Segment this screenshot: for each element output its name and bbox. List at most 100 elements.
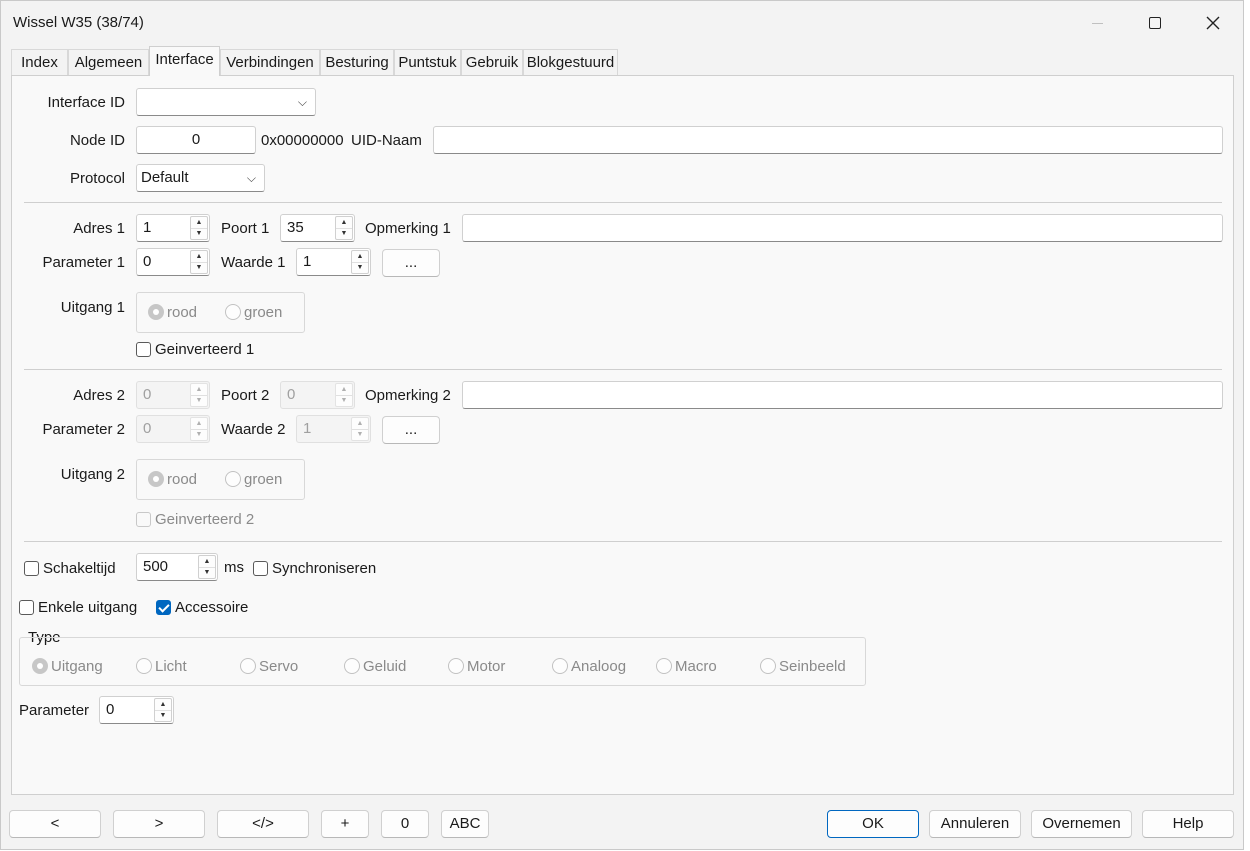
parameter-spinner[interactable]: 0 ▲ ▼ bbox=[99, 696, 174, 724]
next-button[interactable]: > bbox=[113, 810, 205, 838]
tab-interface[interactable]: Interface bbox=[149, 46, 220, 76]
chevron-down-icon: ⌵ bbox=[246, 171, 256, 185]
spin-down-icon[interactable]: ▼ bbox=[191, 429, 207, 441]
dialog-window: Wissel W35 (38/74) Index Algemeen Interf… bbox=[0, 0, 1244, 850]
zero-button[interactable]: 0 bbox=[381, 810, 429, 838]
geinverteerd2-checkbox[interactable]: Geinverteerd 2 bbox=[136, 509, 254, 529]
opmerking2-label: Opmerking 2 bbox=[365, 387, 451, 404]
uitgang1-rood-radio[interactable]: rood bbox=[148, 302, 197, 322]
previous-button[interactable]: < bbox=[9, 810, 101, 838]
adres2-spinner[interactable]: 0 ▲ ▼ bbox=[136, 381, 210, 409]
close-button[interactable] bbox=[1184, 1, 1242, 45]
apply-button[interactable]: Overnemen bbox=[1031, 810, 1132, 838]
accessoire-checkbox[interactable]: Accessoire bbox=[156, 597, 248, 617]
ok-button[interactable]: OK bbox=[827, 810, 919, 838]
tab-algemeen[interactable]: Algemeen bbox=[68, 49, 149, 75]
synchroniseren-checkbox[interactable]: Synchroniseren bbox=[253, 558, 376, 578]
close-icon bbox=[1206, 16, 1220, 30]
schakeltijd-checkbox[interactable]: Schakeltijd bbox=[24, 558, 116, 578]
adres1-value: 1 bbox=[143, 219, 152, 236]
ms-label: ms bbox=[224, 559, 244, 576]
uitgang2-group: rood groen bbox=[136, 459, 305, 500]
poort2-spinner[interactable]: 0 ▲ ▼ bbox=[280, 381, 355, 409]
uid-name-label: UID-Naam bbox=[351, 132, 422, 149]
type-seinbeeld-radio[interactable]: Seinbeeld bbox=[760, 656, 846, 676]
uitgang1-label: Uitgang 1 bbox=[60, 299, 125, 316]
parameter2-value: 0 bbox=[143, 420, 152, 437]
poort1-spinner[interactable]: 35 ▲ ▼ bbox=[280, 214, 355, 242]
maximize-icon bbox=[1149, 17, 1161, 29]
add-button[interactable]: + bbox=[321, 810, 369, 838]
schakeltijd-spinner[interactable]: 500 ▲ ▼ bbox=[136, 553, 218, 581]
minimize-button[interactable] bbox=[1068, 1, 1126, 45]
parameter1-spinner[interactable]: 0 ▲ ▼ bbox=[136, 248, 210, 276]
divider bbox=[24, 541, 1222, 542]
parameter1-value: 0 bbox=[143, 253, 152, 270]
tab-besturing[interactable]: Besturing bbox=[320, 49, 394, 75]
cancel-button[interactable]: Annuleren bbox=[929, 810, 1021, 838]
spin-down-icon[interactable]: ▼ bbox=[199, 567, 215, 579]
code-button[interactable]: </> bbox=[217, 810, 309, 838]
spin-down-icon[interactable]: ▼ bbox=[191, 395, 207, 407]
waarde2-label: Waarde 2 bbox=[221, 421, 286, 438]
type-group: Uitgang Licht Servo Geluid Motor Analoog… bbox=[19, 637, 866, 686]
parameter2-label: Parameter 2 bbox=[42, 421, 125, 438]
enkele-uitgang-checkbox[interactable]: Enkele uitgang bbox=[19, 597, 137, 617]
title-bar: Wissel W35 (38/74) bbox=[1, 1, 1243, 45]
type-licht-radio[interactable]: Licht bbox=[136, 656, 187, 676]
type-geluid-radio[interactable]: Geluid bbox=[344, 656, 406, 676]
uitgang2-label: Uitgang 2 bbox=[60, 466, 125, 483]
waarde2-more-button[interactable]: ... bbox=[382, 416, 440, 444]
tab-index[interactable]: Index bbox=[11, 49, 68, 75]
parameter-value: 0 bbox=[106, 701, 115, 718]
type-servo-radio[interactable]: Servo bbox=[240, 656, 298, 676]
help-button[interactable]: Help bbox=[1142, 810, 1234, 838]
abc-button[interactable]: ABC bbox=[441, 810, 489, 838]
spin-down-icon[interactable]: ▼ bbox=[336, 228, 352, 240]
poort1-value: 35 bbox=[287, 219, 304, 236]
protocol-label: Protocol bbox=[69, 170, 125, 187]
node-id-hex: 0x00000000 bbox=[261, 132, 344, 149]
tab-puntstuk[interactable]: Puntstuk bbox=[394, 49, 461, 75]
opmerking2-input[interactable] bbox=[462, 381, 1223, 409]
divider bbox=[24, 369, 1222, 370]
poort2-value: 0 bbox=[287, 386, 296, 403]
interface-id-select[interactable]: ⌵ bbox=[136, 88, 316, 116]
tab-blokgestuurd[interactable]: Blokgestuurd bbox=[523, 49, 618, 75]
button-bar: < > </> + 0 ABC OK Annuleren Overnemen H… bbox=[1, 801, 1243, 851]
protocol-value: Default bbox=[141, 169, 189, 186]
type-analoog-radio[interactable]: Analoog bbox=[552, 656, 626, 676]
type-macro-radio[interactable]: Macro bbox=[656, 656, 717, 676]
waarde1-more-button[interactable]: ... bbox=[382, 249, 440, 277]
adres1-spinner[interactable]: 1 ▲ ▼ bbox=[136, 214, 210, 242]
spin-down-icon[interactable]: ▼ bbox=[336, 395, 352, 407]
type-uitgang-radio[interactable]: Uitgang bbox=[32, 656, 103, 676]
spin-down-icon[interactable]: ▼ bbox=[191, 262, 207, 274]
node-id-input[interactable]: 0 bbox=[136, 126, 256, 154]
window-title: Wissel W35 (38/74) bbox=[13, 14, 144, 31]
adres1-label: Adres 1 bbox=[73, 220, 125, 237]
protocol-select[interactable]: Default ⌵ bbox=[136, 164, 265, 192]
spin-down-icon[interactable]: ▼ bbox=[155, 710, 171, 722]
waarde2-value: 1 bbox=[303, 420, 312, 437]
interface-id-label: Interface ID bbox=[47, 94, 125, 111]
tab-gebruik[interactable]: Gebruik bbox=[461, 49, 523, 75]
spin-down-icon[interactable]: ▼ bbox=[191, 228, 207, 240]
geinverteerd1-checkbox[interactable]: Geinverteerd 1 bbox=[136, 339, 254, 359]
divider bbox=[24, 202, 1222, 203]
parameter2-spinner[interactable]: 0 ▲ ▼ bbox=[136, 415, 210, 443]
waarde1-value: 1 bbox=[303, 253, 312, 270]
uitgang2-groen-radio[interactable]: groen bbox=[225, 469, 282, 489]
spin-down-icon[interactable]: ▼ bbox=[352, 429, 368, 441]
type-motor-radio[interactable]: Motor bbox=[448, 656, 505, 676]
waarde2-spinner[interactable]: 1 ▲ ▼ bbox=[296, 415, 371, 443]
poort1-label: Poort 1 bbox=[221, 220, 270, 237]
opmerking1-input[interactable] bbox=[462, 214, 1223, 242]
uid-name-input[interactable] bbox=[433, 126, 1223, 154]
spin-down-icon[interactable]: ▼ bbox=[352, 262, 368, 274]
waarde1-spinner[interactable]: 1 ▲ ▼ bbox=[296, 248, 371, 276]
tab-verbindingen[interactable]: Verbindingen bbox=[220, 49, 320, 75]
uitgang1-groen-radio[interactable]: groen bbox=[225, 302, 282, 322]
maximize-button[interactable] bbox=[1126, 1, 1184, 45]
uitgang2-rood-radio[interactable]: rood bbox=[148, 469, 197, 489]
